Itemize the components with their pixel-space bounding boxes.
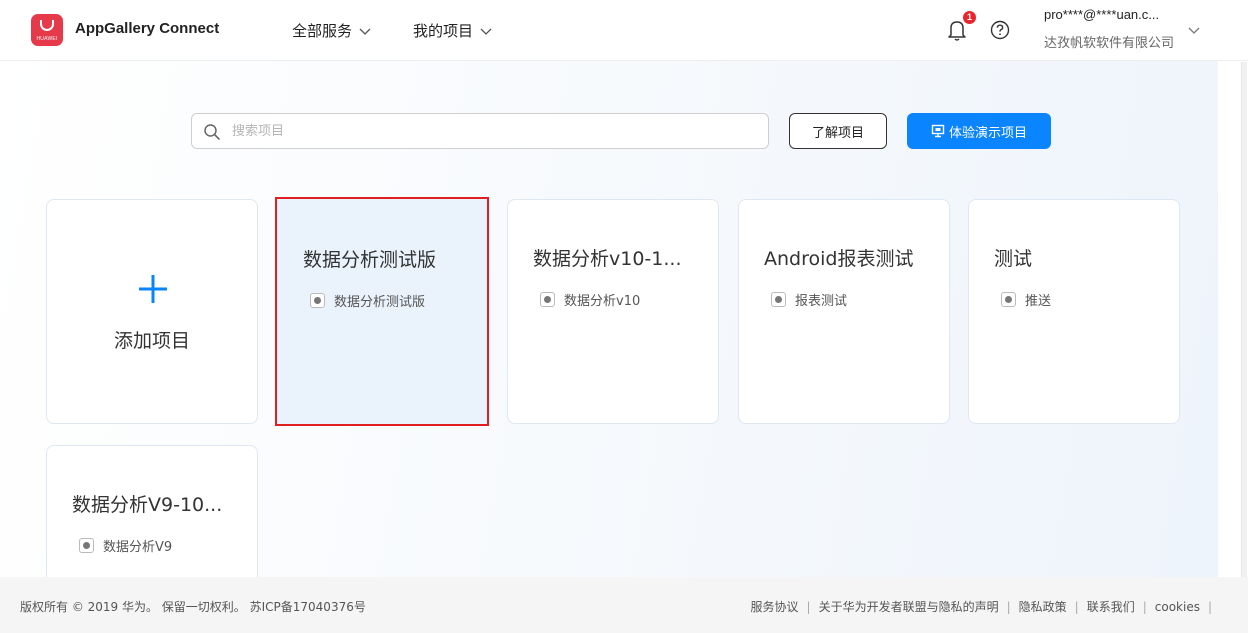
chevron-down-icon[interactable] — [1187, 23, 1201, 37]
project-name: 数据分析v10-1... — [533, 248, 682, 270]
top-header: HUAWEI AppGallery Connect 全部服务 我的项目 1 pr… — [0, 0, 1248, 61]
project-app-row: 推送 — [1001, 290, 1051, 309]
search-icon — [204, 124, 220, 140]
project-app-name: 数据分析v10 — [564, 294, 641, 309]
android-app-icon — [771, 292, 786, 307]
bag-icon — [40, 20, 54, 31]
project-app-name: 数据分析V9 — [103, 540, 173, 555]
huawei-logo[interactable]: HUAWEI — [31, 14, 63, 46]
footer-link-cookies[interactable]: cookies — [1155, 600, 1200, 614]
chevron-down-icon — [480, 28, 492, 35]
learn-project-label: 了解项目 — [811, 125, 864, 141]
add-project-card[interactable]: 添加项目 — [46, 199, 258, 424]
project-name: 数据分析测试版 — [303, 249, 437, 271]
project-name: 测试 — [994, 248, 1033, 270]
android-app-icon — [540, 292, 555, 307]
footer-link-contact-us[interactable]: 联系我们 — [1087, 598, 1135, 615]
scrollbar-thumb[interactable] — [1241, 62, 1247, 577]
demo-project-button[interactable]: 体验演示项目 — [907, 113, 1051, 149]
help-icon[interactable] — [989, 19, 1011, 41]
android-app-icon — [1001, 292, 1016, 307]
footer-separator: | — [1142, 599, 1147, 614]
account-company[interactable]: 达孜帆软软件有限公司 — [1044, 32, 1174, 51]
project-card[interactable]: 数据分析V9-10... 数据分析V9 — [46, 445, 258, 585]
nav-my-projects-label: 我的项目 — [413, 22, 474, 40]
demo-project-label: 体验演示项目 — [948, 125, 1027, 141]
app-title[interactable]: AppGallery Connect — [75, 20, 219, 37]
project-app-name: 数据分析测试版 — [334, 295, 426, 310]
project-app-row: 数据分析v10 — [540, 290, 640, 309]
copyright-text: 版权所有 © 2019 华为。 保留一切权利。 苏ICP备17040376号 — [20, 600, 366, 614]
footer-link-privacy-statement[interactable]: 关于华为开发者联盟与隐私的声明 — [819, 598, 999, 615]
project-name: Android报表测试 — [764, 248, 914, 270]
notification-badge: 1 — [963, 11, 976, 24]
android-app-icon — [79, 538, 94, 553]
add-project-label: 添加项目 — [113, 330, 190, 352]
project-app-row: 报表测试 — [771, 290, 847, 309]
nav-all-services-label: 全部服务 — [292, 22, 353, 40]
project-app-row: 数据分析V9 — [79, 536, 172, 555]
footer-link-privacy-policy[interactable]: 隐私政策 — [1019, 598, 1067, 615]
project-card[interactable]: 数据分析v10-1... 数据分析v10 — [507, 199, 719, 424]
project-app-name: 推送 — [1025, 294, 1052, 309]
project-app-name: 报表测试 — [795, 294, 848, 309]
nav-all-services[interactable]: 全部服务 — [292, 20, 372, 41]
account-email[interactable]: pro****@****uan.c... — [1044, 7, 1159, 22]
chevron-down-icon — [359, 28, 371, 35]
footer-links: 服务协议 | 关于华为开发者联盟与隐私的声明 | 隐私政策 | 联系我们 | c… — [751, 598, 1221, 615]
footer-separator: | — [1074, 599, 1079, 614]
android-app-icon — [310, 293, 325, 308]
page-footer: 版权所有 © 2019 华为。 保留一切权利。 苏ICP备17040376号 服… — [0, 577, 1248, 633]
project-card[interactable]: 数据分析测试版 数据分析测试版 — [275, 197, 489, 426]
footer-separator: | — [1006, 599, 1011, 614]
footer-separator: | — [1207, 599, 1212, 614]
learn-project-button[interactable]: 了解项目 — [789, 113, 887, 149]
logo-text: HUAWEI — [36, 36, 58, 42]
presentation-icon — [931, 124, 945, 138]
search-box[interactable] — [191, 113, 769, 149]
project-name: 数据分析V9-10... — [72, 494, 223, 516]
nav-my-projects[interactable]: 我的项目 — [413, 20, 493, 41]
project-app-row: 数据分析测试版 — [310, 291, 425, 310]
project-card[interactable]: Android报表测试 报表测试 — [738, 199, 950, 424]
footer-link-service-agreement[interactable]: 服务协议 — [751, 598, 799, 615]
footer-separator: | — [806, 599, 811, 614]
plus-icon — [139, 275, 167, 303]
search-input[interactable] — [232, 114, 752, 148]
project-card[interactable]: 测试 推送 — [968, 199, 1180, 424]
